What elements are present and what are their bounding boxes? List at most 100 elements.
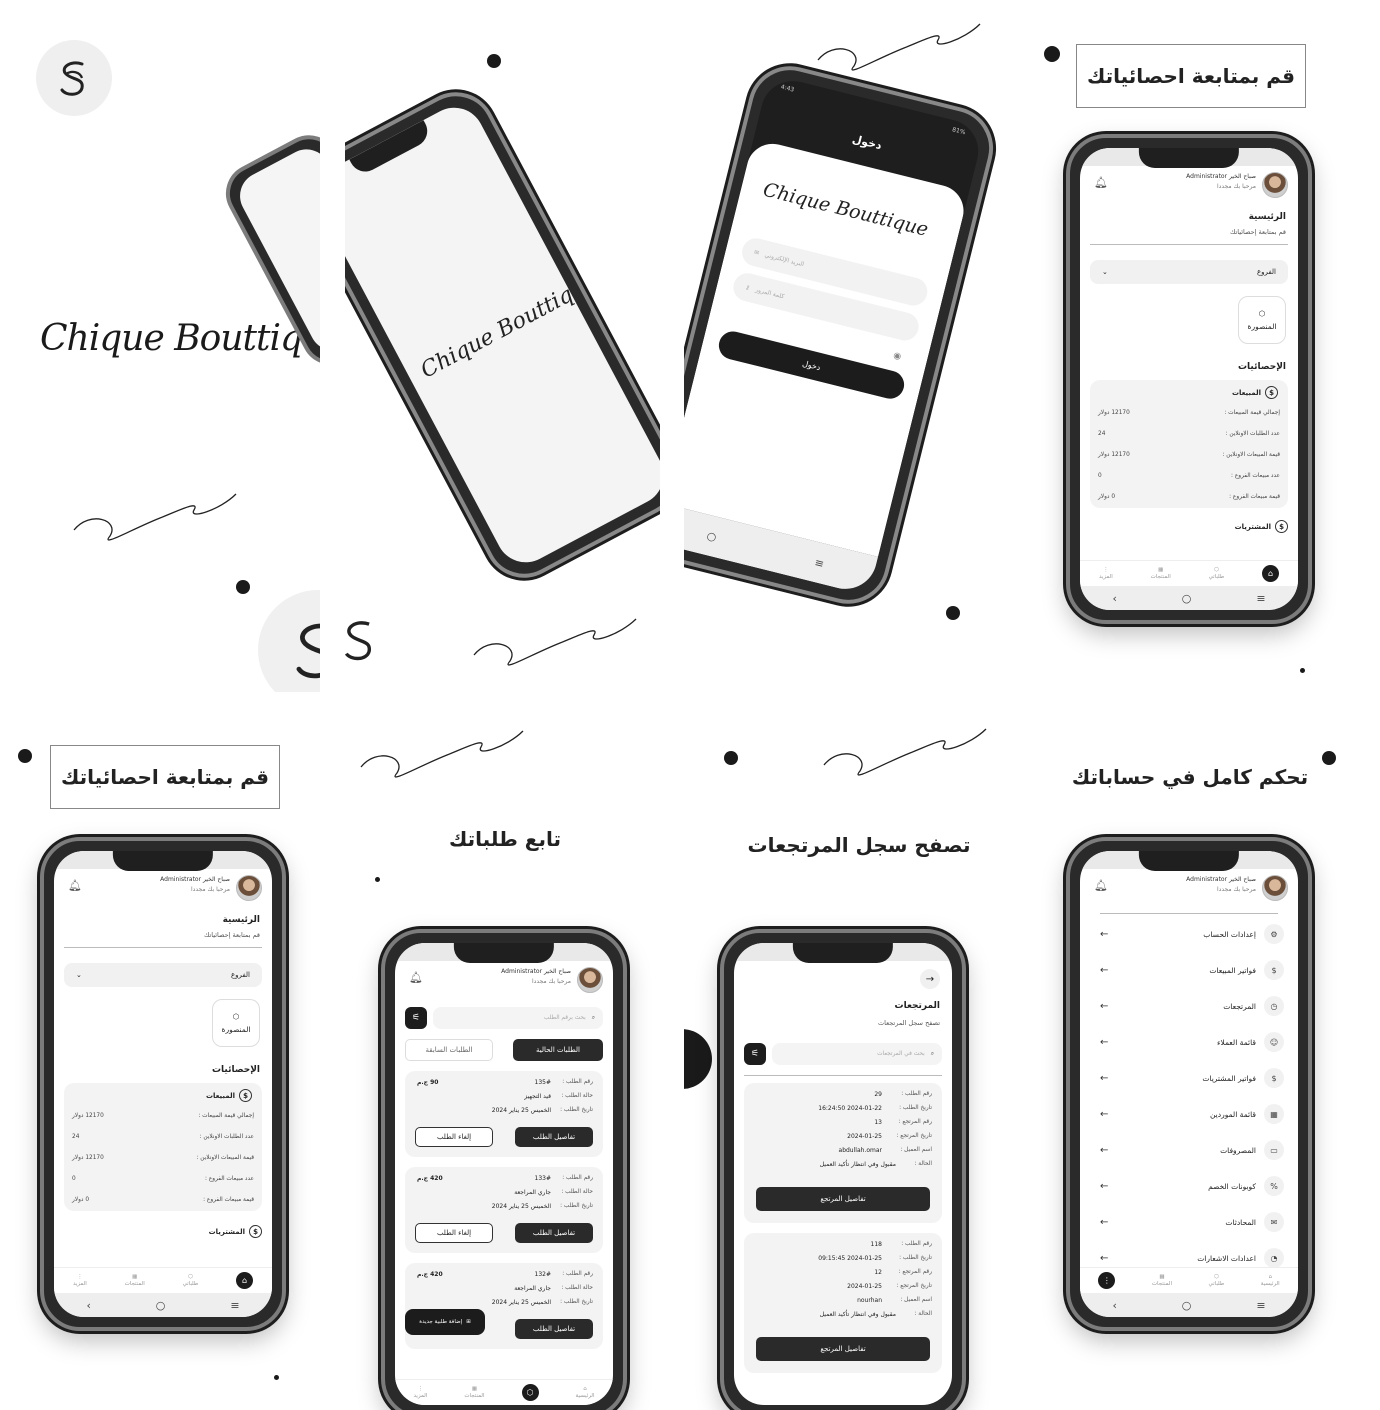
menu-nav-icon[interactable]: ≡ xyxy=(230,1299,239,1312)
brand-logo-big xyxy=(258,590,320,692)
menu-nav-icon[interactable]: ≡ xyxy=(1256,592,1265,605)
branch-card[interactable]: ⬡ المنصورة xyxy=(212,999,260,1047)
dollar-icon: $ xyxy=(1275,520,1288,533)
decor-dot xyxy=(1300,668,1305,673)
back-nav-icon[interactable]: ‹ xyxy=(86,1299,90,1312)
search-icon: ⌕ xyxy=(930,1050,934,1057)
bell-icon[interactable]: 🔔︎ xyxy=(68,879,82,892)
back-nav-icon[interactable]: ‹ xyxy=(1112,1299,1116,1312)
menu-item-account-settings[interactable]: ⚙ إعدادات الحساب ← xyxy=(1100,921,1284,947)
return-details-button[interactable]: تفاصيل المرتجع xyxy=(756,1337,930,1361)
nav-home-icon[interactable]: ⌂ xyxy=(236,1272,254,1289)
bell-icon[interactable]: 🔔︎ xyxy=(1094,879,1108,892)
nav-orders[interactable]: ⬡ طلباتي xyxy=(183,1274,199,1287)
panel-brand: Chique Bouttique xyxy=(0,0,320,692)
nav-orders-icon[interactable]: ⬡ xyxy=(521,1384,539,1401)
menu-item-returns[interactable]: ◷ المرتجعات ← xyxy=(1100,993,1284,1019)
menu-item-purchase-invoices[interactable]: $ فواتير المشتريات ← xyxy=(1100,1065,1284,1091)
building-icon: ▦ xyxy=(1264,1104,1284,1124)
back-nav-icon[interactable]: ‹ xyxy=(1112,592,1116,605)
return-details-button[interactable]: تفاصيل المرتجع xyxy=(756,1187,930,1211)
purchases-title: $ المشتريات xyxy=(209,1225,262,1238)
menu-nav-icon[interactable]: ≡ xyxy=(813,555,825,570)
menu-item-sales-invoices[interactable]: $ فواتير المبيعات ← xyxy=(1100,957,1284,983)
nav-more[interactable]: ⋮ المزيد xyxy=(414,1386,428,1399)
login-submit-button[interactable]: دخول xyxy=(715,328,908,402)
nav-more[interactable]: ⋮ المزيد xyxy=(1099,567,1113,580)
decor-dot xyxy=(724,751,738,765)
nav-more[interactable]: ⋮ المزيد xyxy=(73,1274,87,1287)
order-details-button[interactable]: تفاصيل الطلب xyxy=(515,1127,593,1147)
menu-item-coupons[interactable]: % كوبونات الخصم ← xyxy=(1100,1173,1284,1199)
add-order-button[interactable]: ⊞ إضافة طلبية جديدة xyxy=(405,1309,485,1335)
returns-screen: → المرتجعات تصفح سجل المرتجعات ⚟ ⌕ بحث في… xyxy=(734,943,952,1405)
order-cancel-button[interactable]: إلغاء الطلب xyxy=(415,1223,493,1243)
nav-home[interactable]: ⌂ الرئيسية xyxy=(1261,1274,1280,1287)
tab-current-orders[interactable]: الطلبات الحالية xyxy=(513,1039,603,1061)
avatar[interactable] xyxy=(577,967,603,993)
branch-card[interactable]: ⬡ المنصورة xyxy=(1238,296,1286,344)
page-subtitle: تصفح سجل المرتجعات xyxy=(878,1019,940,1027)
decor-squiggle xyxy=(817,23,981,71)
filter-button[interactable]: ⚟ xyxy=(744,1043,766,1065)
caption-accounts: تحكم كامل في حساباتك xyxy=(1071,765,1309,789)
menu-nav-icon[interactable]: ≡ xyxy=(1256,1299,1265,1312)
menu-item-chats[interactable]: ✉ المحادثات ← xyxy=(1100,1209,1284,1235)
nav-products[interactable]: ▦ المنتجات xyxy=(1151,567,1171,580)
page-title: الرئيسية xyxy=(1248,212,1286,222)
decor-dot xyxy=(1044,46,1060,62)
nav-home-icon[interactable]: ⌂ xyxy=(1262,565,1280,582)
welcome-text: مرحبا بك مجددا xyxy=(532,978,571,985)
back-arrow-icon[interactable]: → xyxy=(920,969,940,989)
stats-title: الإحصائيات xyxy=(1238,362,1286,372)
box-icon: ⬡ xyxy=(232,1012,240,1021)
caption-stats-bottom: قم بمتابعة احصائياتك xyxy=(50,745,280,809)
bell-icon[interactable]: 🔔︎ xyxy=(409,971,423,984)
dollar-icon: $ xyxy=(249,1225,262,1238)
order-details-button[interactable]: تفاصيل الطلب xyxy=(515,1319,593,1339)
nav-orders[interactable]: ⬡ طلباتي xyxy=(1209,567,1225,580)
bell-icon[interactable]: 🔔︎ xyxy=(1094,176,1108,189)
dollar-icon: $ xyxy=(239,1089,252,1102)
page-title: المرتجعات xyxy=(894,1001,940,1011)
arrow-left-icon: ← xyxy=(1100,1216,1109,1228)
decor-dot xyxy=(18,749,32,763)
menu-item-suppliers[interactable]: ▦ قائمة الموردين ← xyxy=(1100,1101,1284,1127)
returns-search-input[interactable]: ⌕ بحث في المرتجعات xyxy=(772,1043,942,1065)
menu-item-expenses[interactable]: ▭ المصروفات ← xyxy=(1100,1137,1284,1163)
arrow-left-icon: ← xyxy=(1100,1108,1109,1120)
caption-orders: تابع طلباتك xyxy=(449,827,561,851)
nav-orders[interactable]: ⬡ طلباتي xyxy=(1209,1274,1225,1287)
branch-select[interactable]: الفروع ⌄ xyxy=(1090,260,1288,284)
welcome-text: مرحبا بك مجددا xyxy=(1217,183,1256,190)
nav-products[interactable]: ▦ المنتجات xyxy=(125,1274,145,1287)
order-card: رقم الطلب : 132# 420 ج.م حالة الطلب : جا… xyxy=(405,1263,603,1349)
toggle-password-icon[interactable]: ◉ xyxy=(892,351,902,363)
home-nav-icon[interactable]: ○ xyxy=(706,529,718,544)
system-navbar: ‹ ○ ≡ xyxy=(1080,586,1298,610)
avatar[interactable] xyxy=(236,875,262,901)
order-details-button[interactable]: تفاصيل الطلب xyxy=(515,1223,593,1243)
key-icon: ⚷ xyxy=(744,283,751,292)
filter-button[interactable]: ⚟ xyxy=(405,1007,427,1029)
home-nav-icon[interactable]: ○ xyxy=(156,1299,166,1312)
nav-products[interactable]: ▦ المنتجات xyxy=(1152,1274,1172,1287)
chevron-down-icon: ⌄ xyxy=(76,971,82,979)
avatar[interactable] xyxy=(1262,875,1288,901)
nav-more-icon[interactable]: ⋮ xyxy=(1098,1272,1116,1289)
tab-previous-orders[interactable]: الطلبات السابقة xyxy=(405,1039,493,1061)
menu-item-customers[interactable]: ☺ قائمة العملاء ← xyxy=(1100,1029,1284,1055)
bell-icon: ◔ xyxy=(1264,1248,1284,1268)
system-navbar: ‹ ○ ≡ xyxy=(1080,1293,1298,1317)
nav-home[interactable]: ⌂ الرئيسية xyxy=(576,1386,595,1399)
order-cancel-button[interactable]: إلغاء الطلب xyxy=(415,1127,493,1147)
branch-select[interactable]: الفروع ⌄ xyxy=(64,963,262,987)
arrow-left-icon: ← xyxy=(1100,1144,1109,1156)
home-nav-icon[interactable]: ○ xyxy=(1182,592,1192,605)
home-nav-icon[interactable]: ○ xyxy=(1182,1299,1192,1312)
avatar[interactable] xyxy=(1262,172,1288,198)
order-card: رقم الطلب : 135# 90 ج.م حالة الطلب : قيد… xyxy=(405,1071,603,1157)
order-search-input[interactable]: ⌕ بحث برقم الطلب xyxy=(433,1007,603,1029)
nav-products[interactable]: ▦ المنتجات xyxy=(464,1386,484,1399)
welcome-text: مرحبا بك مجددا xyxy=(191,886,230,893)
